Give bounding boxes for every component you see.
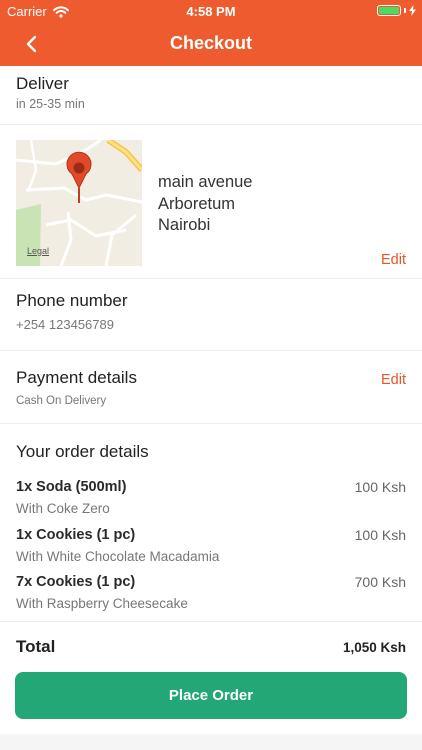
item-name: 7x Cookies (1 pc) xyxy=(16,574,136,590)
item-description: With Raspberry Cheesecake xyxy=(16,596,188,611)
order-item: 7x Cookies (1 pc) With Raspberry Cheesec… xyxy=(16,574,406,622)
nav-row: Checkout xyxy=(0,22,422,66)
checkout-content: Deliver in 25-35 min Legal main avenue A… xyxy=(0,66,422,672)
item-price: 100 Ksh xyxy=(354,526,406,543)
order-section: Your order details 1x Soda (500ml) With … xyxy=(0,424,422,622)
payment-method: Cash On Delivery xyxy=(16,395,107,407)
item-price: 700 Ksh xyxy=(354,574,406,590)
total-value: 1,050 Ksh xyxy=(342,640,406,655)
total-row: Total 1,050 Ksh xyxy=(0,622,422,672)
edit-address-button[interactable]: Edit xyxy=(381,252,406,268)
phone-section[interactable]: Phone number +254 123456789 xyxy=(0,279,422,351)
order-item: 1x Soda (500ml) With Coke Zero 100 Ksh xyxy=(16,479,406,527)
address-line: Nairobi xyxy=(158,216,211,234)
address-line: Arboretum xyxy=(158,194,236,213)
map-legal-label: Legal xyxy=(27,246,50,256)
phone-value: +254 123456789 xyxy=(16,317,114,332)
item-name: 1x Cookies (1 pc) xyxy=(16,526,136,543)
charging-bolt-icon xyxy=(409,5,416,16)
header-bar: Carrier 4:58 PM Checkout xyxy=(0,0,422,66)
deliver-section: Deliver in 25-35 min xyxy=(0,66,422,125)
status-bar: Carrier 4:58 PM xyxy=(0,0,422,22)
item-description: With White Chocolate Macadamia xyxy=(16,548,220,564)
address-section: Legal main avenue Arboretum Nairobi Edit xyxy=(0,125,422,279)
deliver-title: Deliver xyxy=(16,74,69,93)
deliver-eta: in 25-35 min xyxy=(16,97,85,111)
payment-section: Payment details Cash On Delivery Edit xyxy=(0,351,422,424)
item-name: 1x Soda (500ml) xyxy=(16,479,127,495)
phone-title: Phone number xyxy=(16,291,128,310)
address-text: main avenue Arboretum Nairobi xyxy=(158,172,252,237)
payment-title: Payment details xyxy=(16,368,137,387)
edit-payment-button[interactable]: Edit xyxy=(381,372,406,388)
page-title: Checkout xyxy=(169,33,252,53)
item-description: With Coke Zero xyxy=(16,501,110,516)
battery-icon xyxy=(377,5,416,16)
total-label: Total xyxy=(16,637,56,656)
order-title: Your order details xyxy=(16,442,149,461)
clock: 4:58 PM xyxy=(186,4,236,19)
bottom-strip xyxy=(0,734,422,750)
order-item: 1x Cookies (1 pc) With White Chocolate M… xyxy=(16,527,406,575)
place-order-button[interactable]: Place Order xyxy=(15,672,407,719)
item-price: 100 Ksh xyxy=(354,479,406,495)
address-line: main avenue xyxy=(158,173,253,191)
address-map[interactable]: Legal xyxy=(16,140,142,266)
